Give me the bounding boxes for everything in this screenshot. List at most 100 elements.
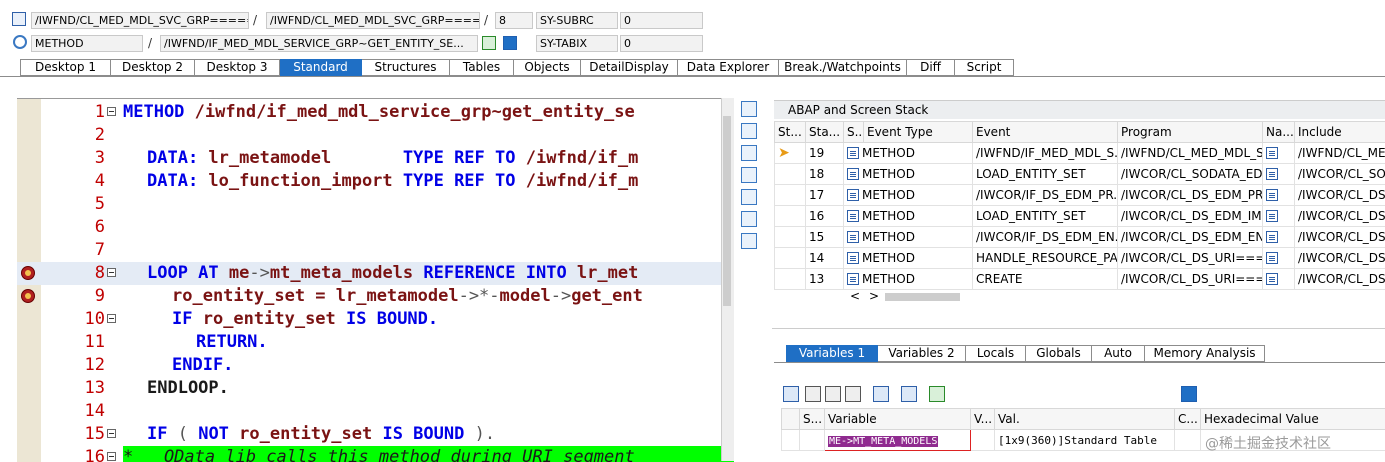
column-header[interactable]: V... — [971, 409, 995, 430]
tab-variables-1[interactable]: Variables 1 — [786, 345, 878, 362]
remove-icon[interactable] — [845, 386, 861, 402]
table-cell[interactable]: /IWCOR/IF_DS_EDM_EN... — [973, 227, 1118, 248]
breakpoint-icon[interactable] — [21, 266, 35, 280]
sy-subrc-value[interactable]: 0 — [620, 12, 703, 29]
scroll-right-button[interactable]: > — [869, 289, 879, 303]
table-row[interactable]: 15 METHOD /IWCOR/IF_DS_EDM_EN... /IWCOR/… — [775, 227, 1385, 248]
table-row[interactable]: ➤ 19 METHOD /IWFND/IF_MED_MDL_S... /IWFN… — [775, 143, 1385, 164]
column-header[interactable]: St... — [775, 122, 806, 143]
line-field[interactable]: 8 — [495, 12, 533, 29]
table-cell[interactable]: /IWCOR/CL_DS_ — [1295, 248, 1385, 269]
table-row[interactable]: 16 METHOD LOAD_ENTITY_SET /IWCOR/CL_DS_E… — [775, 206, 1385, 227]
table-cell[interactable]: /IWCOR/CL_DS_ — [1295, 227, 1385, 248]
code-line[interactable]: 1 METHOD /iwfnd/if_med_mdl_service_grp~g… — [17, 101, 734, 124]
navigate-icon[interactable] — [482, 36, 496, 50]
table-cell[interactable]: /IWCOR/CL_DS_EDM_EN... — [1118, 227, 1263, 248]
table-cell[interactable]: /IWFND/CL_MED_MDL_S... — [1118, 143, 1263, 164]
table-row[interactable]: 13 METHOD CREATE /IWCOR/CL_DS_URI===... … — [775, 269, 1385, 290]
column-header[interactable]: Sta... — [806, 122, 844, 143]
tab-desktop-3[interactable]: Desktop 3 — [195, 59, 280, 76]
tab-standard[interactable]: Standard — [280, 59, 362, 76]
code-line[interactable]: 5 — [17, 193, 734, 216]
new-tool-icon[interactable] — [741, 123, 757, 139]
table-cell[interactable]: /IWCOR/CL_DS_EDM_PR... — [1118, 185, 1263, 206]
column-header[interactable]: Event Type — [864, 122, 973, 143]
layout-icon[interactable] — [929, 386, 945, 402]
table-cell[interactable]: /IWFND/IF_MED_MDL_S... — [973, 143, 1118, 164]
tab-desktop-1[interactable]: Desktop 1 — [20, 59, 111, 76]
table-cell[interactable]: /IWCOR/CL_DS_URI===... — [1118, 269, 1263, 290]
tab-break-watchpoints[interactable]: Break./Watchpoints — [779, 59, 907, 76]
tab-variables-2[interactable]: Variables 2 — [878, 345, 966, 362]
column-header[interactable]: Program — [1118, 122, 1263, 143]
swap-icon[interactable] — [741, 189, 757, 205]
navigate-icon[interactable] — [1263, 227, 1295, 248]
code-line[interactable]: 9 ro_entity_set = lr_metamodel->*-model-… — [17, 285, 734, 308]
services-icon[interactable] — [741, 211, 757, 227]
scroll-left-button[interactable]: < — [850, 289, 860, 303]
table-cell[interactable]: /IWCOR/CL_SODATA_ED... — [1118, 164, 1263, 185]
table-cell[interactable]: /IWCOR/CL_DS_ — [1295, 206, 1385, 227]
horizontal-scrollbar[interactable] — [885, 293, 960, 301]
column-header[interactable]: Variable — [825, 409, 971, 430]
maximize-icon[interactable] — [741, 167, 757, 183]
edit-icon[interactable] — [825, 386, 841, 402]
code-line[interactable]: 10 IF ro_entity_set IS BOUND. — [17, 308, 734, 331]
table-cell[interactable]: /IWCOR/IF_DS_EDM_PR... — [973, 185, 1118, 206]
event-field[interactable]: /IWFND/IF_MED_MDL_SERVICE_GRP~GET_ENTITY… — [160, 35, 478, 52]
table-row[interactable]: 14 METHOD HANDLE_RESOURCE_PA... /IWCOR/C… — [775, 248, 1385, 269]
code-line[interactable]: 13 ENDLOOP. — [17, 377, 734, 400]
table-row[interactable]: 18 METHOD LOAD_ENTITY_SET /IWCOR/CL_SODA… — [775, 164, 1385, 185]
event-type-field[interactable]: METHOD — [31, 35, 143, 52]
settings-icon[interactable] — [741, 233, 757, 249]
collapse-icon[interactable] — [107, 107, 116, 116]
tab-diff[interactable]: Diff — [907, 59, 955, 76]
tab-data-explorer[interactable]: Data Explorer — [678, 59, 779, 76]
column-header[interactable]: S... — [800, 409, 825, 430]
code-line[interactable]: 4 DATA: lo_function_import TYPE REF TO /… — [17, 170, 734, 193]
navigate-icon[interactable] — [1263, 269, 1295, 290]
code-line-current[interactable]: 8 LOOP AT me->mt_meta_models REFERENCE I… — [17, 262, 734, 285]
table-cell[interactable]: /IWCOR/CL_DS_EDM_IM... — [1118, 206, 1263, 227]
include-field[interactable]: /IWFND/CL_MED_MDL_SVC_GRP===== — [266, 12, 480, 29]
tab-locals[interactable]: Locals — [966, 345, 1026, 362]
table-cell[interactable]: LOAD_ENTITY_SET — [973, 164, 1118, 185]
table-row[interactable]: 17 METHOD /IWCOR/IF_DS_EDM_PR... /IWCOR/… — [775, 185, 1385, 206]
code-line[interactable]: 14 — [17, 400, 734, 423]
code-line[interactable]: 3 DATA: lr_metamodel TYPE REF TO /iwfnd/… — [17, 147, 734, 170]
variable-name[interactable]: ME->MT_META_MODELS — [828, 436, 938, 447]
table-cell[interactable]: /IWCOR/CL_DS_ — [1295, 185, 1385, 206]
tab-tables[interactable]: Tables — [450, 59, 514, 76]
navigate-icon[interactable] — [1263, 164, 1295, 185]
code-line[interactable]: 2 — [17, 124, 734, 147]
column-header[interactable] — [782, 409, 800, 430]
copy-icon[interactable] — [805, 386, 821, 402]
variable-name-cell[interactable]: ME->MT_META_MODELS — [825, 430, 971, 451]
code-line[interactable]: 16 * OData lib calls this method during … — [17, 446, 734, 462]
tab-detaildisplay[interactable]: DetailDisplay — [581, 59, 678, 76]
breakpoint-icon[interactable] — [21, 289, 35, 303]
code-line[interactable]: 12 ENDIF. — [17, 354, 734, 377]
tab-script[interactable]: Script — [955, 59, 1014, 76]
column-header[interactable]: Hexadecimal Value — [1201, 409, 1385, 430]
table-cell[interactable]: /IWCOR/CL_DS_ — [1295, 269, 1385, 290]
variable-value-cell[interactable]: [1x9(360)]Standard Table — [995, 430, 1175, 451]
tab-auto[interactable]: Auto — [1092, 345, 1145, 362]
sy-tabix-value[interactable]: 0 — [620, 35, 703, 52]
table-cell[interactable]: /IWCOR/CL_SOD — [1295, 164, 1385, 185]
collapse-icon[interactable] — [107, 314, 116, 323]
save-icon[interactable] — [1181, 386, 1197, 402]
column-header[interactable]: S... — [844, 122, 864, 143]
collapse-icon[interactable] — [107, 268, 116, 277]
table-cell[interactable]: HANDLE_RESOURCE_PA... — [973, 248, 1118, 269]
program-field[interactable]: /IWFND/CL_MED_MDL_SVC_GRP===== — [31, 12, 249, 29]
column-header[interactable]: Na... — [1263, 122, 1295, 143]
delete-icon[interactable] — [783, 386, 799, 402]
table-cell[interactable]: CREATE — [973, 269, 1118, 290]
code-line[interactable]: 15 IF ( NOT ro_entity_set IS BOUND ). — [17, 423, 734, 446]
close-icon[interactable] — [741, 101, 757, 117]
code-line[interactable]: 6 — [17, 216, 734, 239]
tab-globals[interactable]: Globals — [1026, 345, 1092, 362]
sort-icon[interactable] — [873, 386, 889, 402]
collapse-icon[interactable] — [107, 429, 116, 438]
